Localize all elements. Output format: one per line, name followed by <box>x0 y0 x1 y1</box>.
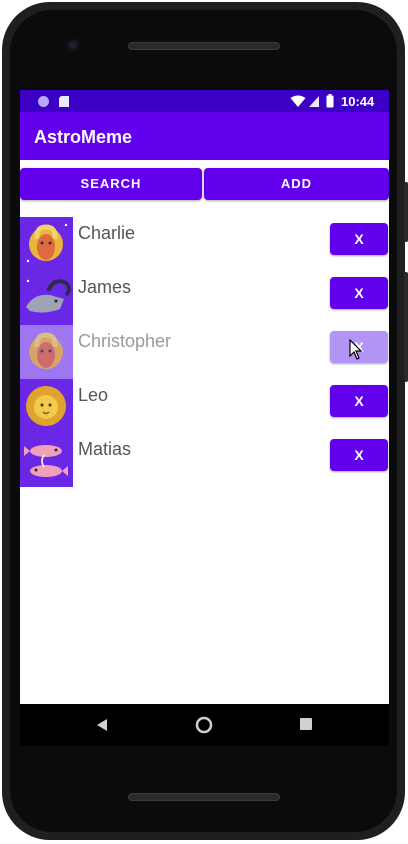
power-button <box>404 272 408 382</box>
remove-button[interactable]: X <box>330 277 388 309</box>
search-button[interactable]: SEARCH <box>20 168 202 200</box>
front-camera <box>66 38 80 52</box>
item-name: Charlie <box>78 223 136 243</box>
top-speaker <box>128 42 280 50</box>
remove-button[interactable]: X <box>330 385 388 417</box>
sd-card-icon <box>59 96 69 107</box>
mouse-cursor-icon <box>349 339 363 360</box>
volume-button <box>404 182 408 242</box>
pisces-icon <box>20 433 73 487</box>
list-item[interactable]: Matias X <box>20 433 389 487</box>
back-icon[interactable] <box>96 718 108 732</box>
bottom-speaker <box>128 793 280 801</box>
leo-icon <box>20 379 73 433</box>
item-name: Matias <box>78 439 132 459</box>
status-bar: 10:44 <box>20 90 389 112</box>
wifi-icon <box>290 95 306 107</box>
app-screen: 10:44 AstroMeme SEARCH ADD Charlie X Jam… <box>20 90 389 704</box>
item-name: James <box>78 277 132 297</box>
capricorn-icon <box>20 271 73 325</box>
home-icon[interactable] <box>195 716 213 734</box>
battery-icon <box>326 94 334 108</box>
status-time: 10:44 <box>341 94 375 109</box>
remove-button[interactable]: X <box>330 439 388 471</box>
aries-icon <box>20 325 73 379</box>
list-item[interactable]: Christopher X <box>20 325 389 379</box>
item-name: Christopher <box>78 331 172 351</box>
list-item[interactable]: James X <box>20 271 389 325</box>
add-button[interactable]: ADD <box>204 168 389 200</box>
navigation-bar <box>20 704 389 746</box>
list-item[interactable]: Charlie X <box>20 217 389 271</box>
list-item[interactable]: Leo X <box>20 379 389 433</box>
aries-icon <box>20 217 73 271</box>
remove-button[interactable]: X <box>330 223 388 255</box>
notification-dot-icon <box>38 96 49 107</box>
signal-icon <box>309 96 319 107</box>
recents-icon[interactable] <box>300 718 312 730</box>
app-title: AstroMeme <box>34 127 133 147</box>
app-bar: AstroMeme <box>20 112 389 160</box>
item-name: Leo <box>78 385 109 405</box>
